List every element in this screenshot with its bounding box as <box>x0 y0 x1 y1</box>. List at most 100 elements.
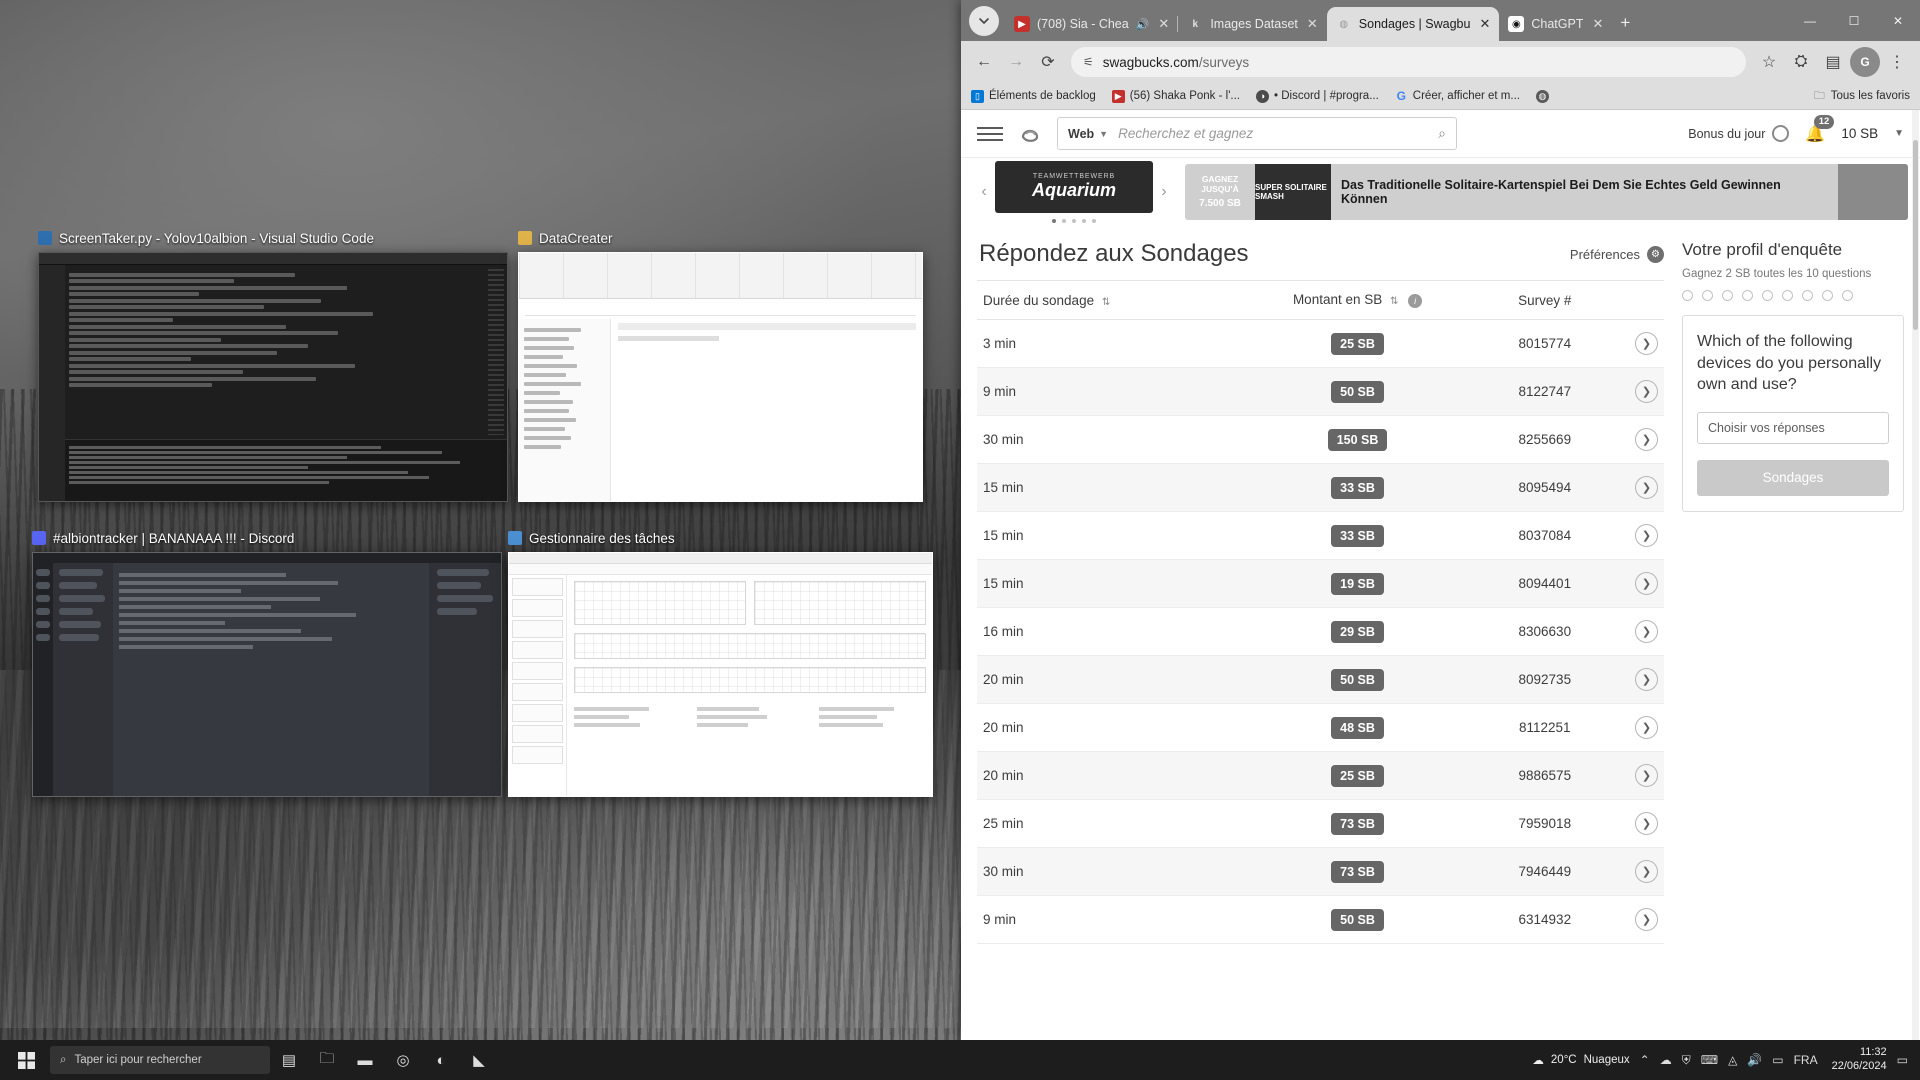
bookmark-item-0[interactable]: ▯ Éléments de backlog <box>971 89 1096 103</box>
page-scrollbar[interactable] <box>1912 110 1919 1040</box>
browser-tab-0[interactable]: ▶ (708) Sia - Chea 🔊 ✕ <box>1005 7 1178 41</box>
tab-close-icon[interactable]: ✕ <box>1479 16 1490 32</box>
bookmark-item-2[interactable]: ◑ • Discord | #progra... <box>1255 89 1379 103</box>
table-row[interactable]: 9 min 50 SB 6314932 ❯ <box>977 895 1664 944</box>
minimize-button[interactable]: — <box>1788 0 1832 41</box>
table-row[interactable]: 25 min 73 SB 7959018 ❯ <box>977 799 1664 848</box>
table-row[interactable]: 9 min 50 SB 8122747 ❯ <box>977 367 1664 416</box>
cell-action[interactable]: ❯ <box>1604 319 1664 368</box>
info-icon[interactable]: i <box>1408 294 1423 308</box>
search-icon[interactable]: ⌕ <box>1438 125 1446 142</box>
chevron-right-icon[interactable]: ❯ <box>1635 620 1658 643</box>
taskbar-search-box[interactable]: ⌕ Taper ici pour rechercher <box>50 1046 270 1074</box>
weather-widget[interactable]: ☁ 20°C Nuageux <box>1532 1053 1629 1067</box>
cell-action[interactable]: ❯ <box>1604 511 1664 560</box>
chevron-right-icon[interactable]: ❯ <box>1635 860 1658 883</box>
chevron-right-icon[interactable]: ❯ <box>1635 572 1658 595</box>
kebab-menu-icon[interactable]: ⋮ <box>1882 47 1912 77</box>
swagbucks-logo-icon[interactable] <box>1017 121 1043 147</box>
table-row[interactable]: 15 min 33 SB 8095494 ❯ <box>977 463 1664 512</box>
chevron-right-icon[interactable]: ❯ <box>1635 764 1658 787</box>
new-tab-button[interactable]: + <box>1620 13 1630 33</box>
chevron-right-icon[interactable]: ❯ <box>1635 812 1658 835</box>
profile-submit-button[interactable]: Sondages <box>1697 459 1889 496</box>
site-search-box[interactable]: Web ▼ Recherchez et gagnez ⌕ <box>1057 117 1457 150</box>
table-row[interactable]: 15 min 33 SB 8037084 ❯ <box>977 511 1664 560</box>
bookmark-item-1[interactable]: ▶ (56) Shaka Ponk - l'... <box>1111 89 1240 103</box>
shield-icon[interactable]: ⛨ <box>1682 1053 1691 1068</box>
cell-action[interactable]: ❯ <box>1604 799 1664 848</box>
promo-card-aquarium[interactable]: TEAMWETTBEWERB Aquarium <box>995 161 1153 213</box>
star-icon[interactable]: ☆ <box>1754 47 1784 77</box>
preferences-button[interactable]: Préférences ⚙ <box>1570 245 1664 263</box>
chevron-right-icon[interactable]: ❯ <box>1635 428 1658 451</box>
tab-close-icon[interactable]: ✕ <box>1158 16 1169 32</box>
search-scope-label[interactable]: Web <box>1068 127 1094 141</box>
chevron-right-icon[interactable]: ❯ <box>1635 332 1658 355</box>
audio-icon[interactable]: 🔊 <box>1136 18 1150 31</box>
onedrive-icon[interactable]: ☁ <box>1660 1053 1672 1067</box>
battery-icon[interactable]: ▭ <box>1772 1053 1783 1067</box>
table-row[interactable]: 20 min 50 SB 8092735 ❯ <box>977 655 1664 704</box>
browser-tab-3[interactable]: ◉ ChatGPT ✕ <box>1499 7 1612 41</box>
keyboard-icon[interactable]: ⌨ <box>1701 1053 1718 1067</box>
wifi-icon[interactable]: ◬ <box>1728 1053 1737 1067</box>
chevron-right-icon[interactable]: ❯ <box>1635 716 1658 739</box>
reload-icon[interactable]: ⟳ <box>1033 47 1063 77</box>
search-input[interactable]: Recherchez et gagnez <box>1118 126 1438 141</box>
profile-avatar[interactable]: G <box>1850 47 1880 77</box>
hamburger-menu-icon[interactable] <box>977 126 1003 141</box>
chevron-down-icon[interactable]: ▼ <box>1894 128 1904 139</box>
file-explorer-icon[interactable]: 🗀 <box>308 1040 346 1080</box>
window-thumbnail-datacreater[interactable]: DataCreater <box>518 228 923 502</box>
chevron-right-icon[interactable]: ❯ <box>1635 668 1658 691</box>
cell-action[interactable]: ❯ <box>1604 703 1664 752</box>
table-row[interactable]: 16 min 29 SB 8306630 ❯ <box>977 607 1664 656</box>
chevron-up-icon[interactable]: ⌃ <box>1640 1053 1650 1067</box>
chevron-right-icon[interactable]: ❯ <box>1635 908 1658 931</box>
chevron-down-icon[interactable]: ▼ <box>1099 129 1108 139</box>
carousel-dots[interactable] <box>995 219 1153 223</box>
table-row[interactable]: 20 min 25 SB 9886575 ❯ <box>977 751 1664 800</box>
window-thumbnail-discord[interactable]: #albiontracker | BANANAAA !!! - Discord <box>32 528 502 797</box>
language-indicator[interactable]: FRA <box>1794 1053 1818 1067</box>
table-row[interactable]: 30 min 150 SB 8255669 ❯ <box>977 415 1664 464</box>
table-row[interactable]: 3 min 25 SB 8015774 ❯ <box>977 319 1664 368</box>
cell-action[interactable]: ❯ <box>1604 367 1664 416</box>
close-button[interactable]: ✕ <box>1876 0 1920 41</box>
cell-action[interactable]: ❯ <box>1604 847 1664 896</box>
cell-action[interactable]: ❯ <box>1604 463 1664 512</box>
cell-action[interactable]: ❯ <box>1604 655 1664 704</box>
profile-answer-select[interactable]: Choisir vos réponses <box>1697 411 1889 444</box>
cell-action[interactable]: ❯ <box>1604 607 1664 656</box>
puzzle-icon[interactable]: ⛭ <box>1786 47 1816 77</box>
table-row[interactable]: 15 min 19 SB 8094401 ❯ <box>977 559 1664 608</box>
bookmark-item-3[interactable]: G Créer, afficher et m... <box>1395 89 1520 103</box>
address-bar[interactable]: ⚟ swagbucks.com/surveys <box>1071 47 1746 77</box>
vscode-icon[interactable]: ◣ <box>460 1040 498 1080</box>
table-row[interactable]: 20 min 48 SB 8112251 ❯ <box>977 703 1664 752</box>
column-header-duration[interactable]: Durée du sondage ⇅ <box>977 280 1230 320</box>
daily-bonus-button[interactable]: Bonus du jour <box>1688 125 1790 142</box>
tab-search-icon[interactable] <box>969 6 999 36</box>
chevron-right-icon[interactable]: ❯ <box>1635 476 1658 499</box>
promo-card-solitaire[interactable]: GAGNEZ JUSQU'À 7.500 SB SUPER SOLITAIRE … <box>1185 164 1908 220</box>
cell-action[interactable]: ❯ <box>1604 895 1664 944</box>
maximize-button[interactable]: ☐ <box>1832 0 1876 41</box>
sort-icon[interactable]: ⇅ <box>1102 297 1110 308</box>
discord-icon[interactable]: ◐ <box>422 1040 460 1080</box>
notifications-button[interactable]: 🔔 12 <box>1805 114 1835 144</box>
chevron-right-icon[interactable]: › <box>1153 183 1175 201</box>
volume-icon[interactable]: 🔊 <box>1747 1053 1762 1067</box>
reading-list-icon[interactable]: ▤ <box>1818 47 1848 77</box>
chevron-right-icon[interactable]: ❯ <box>1635 524 1658 547</box>
notification-icon[interactable]: ▭ <box>1897 1053 1908 1067</box>
cell-action[interactable]: ❯ <box>1604 559 1664 608</box>
bookmark-item-4[interactable]: ◍ <box>1535 89 1549 103</box>
folder-icon[interactable]: ▬ <box>346 1040 384 1080</box>
browser-tab-1[interactable]: k Images Dataset ✕ <box>1177 7 1326 41</box>
window-thumbnail-taskmanager[interactable]: Gestionnaire des tâches <box>508 528 933 797</box>
cell-action[interactable]: ❯ <box>1604 751 1664 800</box>
tab-close-icon[interactable]: ✕ <box>1592 16 1603 32</box>
tune-icon[interactable]: ⚟ <box>1083 55 1094 69</box>
